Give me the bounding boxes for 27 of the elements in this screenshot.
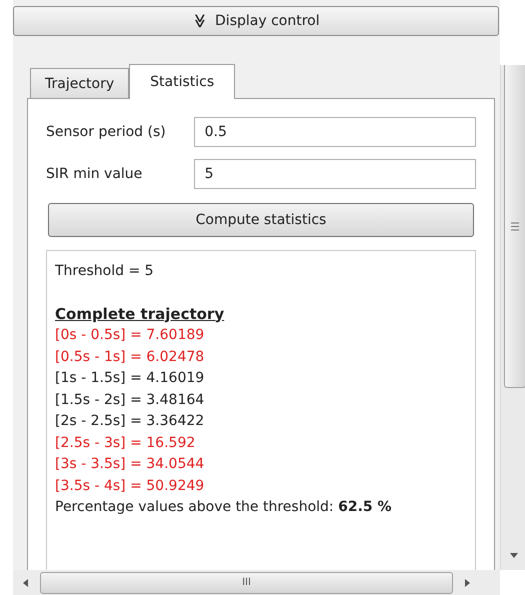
scroll-thumb[interactable]	[504, 65, 525, 388]
field-label: Sensor period (s)	[46, 124, 167, 140]
result-line: [2s - 2.5s] = 3.36422	[55, 412, 206, 431]
result-line: [3s - 3.5s] = 34.0544	[55, 455, 206, 474]
horizontal-scrollbar[interactable]: III	[13, 570, 500, 595]
scroll-thumb[interactable]: III	[40, 572, 453, 594]
input-field[interactable]: 0.5	[194, 117, 476, 147]
result-line: [0s - 0.5s] = 7.60189	[55, 326, 206, 345]
right-arrow-icon[interactable]	[465, 578, 470, 586]
result-line: [0.5s - 1s] = 6.02478	[55, 348, 206, 366]
input-field[interactable]: 5	[194, 159, 476, 189]
result-line: [1.5s - 2s] = 3.48164	[55, 390, 206, 410]
summary-text: Percentage values above the threshold: 62.5 %	[55, 498, 393, 517]
grip-icon	[511, 222, 519, 230]
threshold-text: Threshold = 5	[55, 262, 155, 281]
result-line: [1s - 1.5s] = 4.16019	[55, 369, 206, 388]
section-heading: Complete trajectory	[55, 304, 226, 324]
display-control-button[interactable]: ≫ Display control	[13, 6, 499, 36]
result-line: [2.5s - 3s] = 16.592	[55, 434, 196, 452]
compute-statistics-button[interactable]: Compute statistics	[48, 203, 474, 237]
tab[interactable]: Trajectory	[30, 68, 130, 98]
vertical-scrollbar[interactable]	[500, 65, 525, 570]
tab[interactable]: Statistics	[129, 64, 236, 99]
field-label: SIR min value	[46, 166, 144, 182]
down-arrow-icon[interactable]	[510, 553, 518, 558]
left-arrow-icon[interactable]	[23, 578, 28, 586]
result-line: [3.5s - 4s] = 50.9249	[55, 476, 206, 496]
